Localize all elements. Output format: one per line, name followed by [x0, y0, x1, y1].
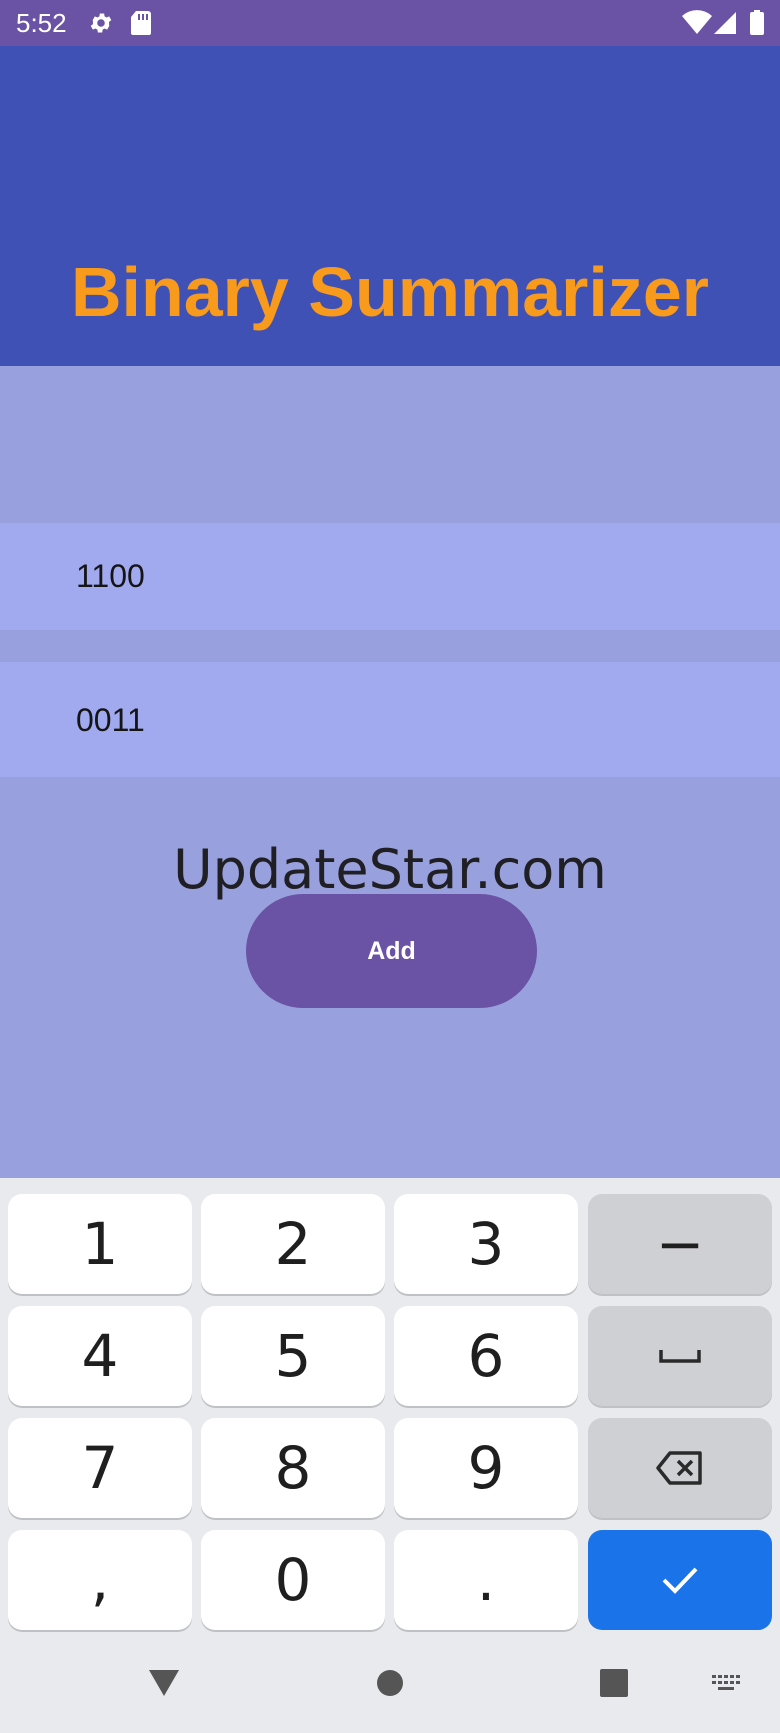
second-binary-value: 0011 [76, 702, 145, 738]
space-icon [659, 1350, 701, 1363]
battery-icon [750, 10, 764, 35]
add-button[interactable]: Add [246, 894, 537, 1008]
key-enter[interactable] [588, 1530, 772, 1630]
key-3[interactable]: 3 [394, 1194, 578, 1294]
key-8[interactable]: 8 [201, 1418, 385, 1518]
key-2[interactable]: 2 [201, 1194, 385, 1294]
key-4-label: 4 [81, 1322, 119, 1390]
key-6[interactable]: 6 [394, 1306, 578, 1406]
key-comma[interactable]: , [8, 1530, 192, 1630]
back-triangle-icon[interactable] [148, 1669, 180, 1697]
first-binary-value: 1100 [76, 558, 145, 594]
navigation-bar [0, 1655, 780, 1733]
key-5-label: 5 [274, 1322, 312, 1390]
checkmark-icon [662, 1567, 698, 1594]
keyboard-switch-icon[interactable] [712, 1675, 742, 1695]
key-period-label: . [476, 1546, 496, 1614]
key-6-label: 6 [467, 1322, 505, 1390]
key-3-label: 3 [467, 1210, 505, 1278]
wifi-icon [682, 10, 712, 34]
key-1[interactable]: 1 [8, 1194, 192, 1294]
key-2-label: 2 [274, 1210, 312, 1278]
key-space[interactable] [588, 1306, 772, 1406]
app-title: Binary Summarizer [70, 253, 710, 331]
key-comma-label: , [90, 1546, 110, 1614]
second-binary-field[interactable]: 0011 [0, 662, 780, 777]
key-0[interactable]: 0 [201, 1530, 385, 1630]
key-9[interactable]: 9 [394, 1418, 578, 1518]
key-0-label: 0 [274, 1546, 312, 1614]
key-5[interactable]: 5 [201, 1306, 385, 1406]
status-bar: 5:52 [0, 0, 780, 46]
sd-card-icon [131, 11, 151, 35]
key-minus[interactable]: − [588, 1194, 772, 1294]
backspace-icon [656, 1451, 702, 1485]
numeric-keyboard: 1 2 3 − 4 5 6 7 8 9 , 0 . [0, 1178, 780, 1655]
recents-square-icon[interactable] [600, 1669, 628, 1697]
key-backspace[interactable] [588, 1418, 772, 1518]
settings-gear-icon [90, 13, 112, 33]
cell-signal-icon [714, 12, 736, 34]
key-1-label: 1 [81, 1210, 119, 1278]
first-binary-field[interactable]: 1100 [0, 523, 780, 630]
key-9-label: 9 [467, 1434, 505, 1502]
status-time: 5:52 [16, 8, 67, 38]
key-4[interactable]: 4 [8, 1306, 192, 1406]
key-minus-label: − [655, 1210, 705, 1278]
key-7-label: 7 [81, 1434, 119, 1502]
app-bar: Binary Summarizer [0, 46, 780, 366]
key-period[interactable]: . [394, 1530, 578, 1630]
key-8-label: 8 [274, 1434, 312, 1502]
key-7[interactable]: 7 [8, 1418, 192, 1518]
add-button-label: Add [367, 936, 416, 965]
home-circle-icon[interactable] [376, 1669, 404, 1697]
watermark: UpdateStar.com [173, 838, 607, 901]
